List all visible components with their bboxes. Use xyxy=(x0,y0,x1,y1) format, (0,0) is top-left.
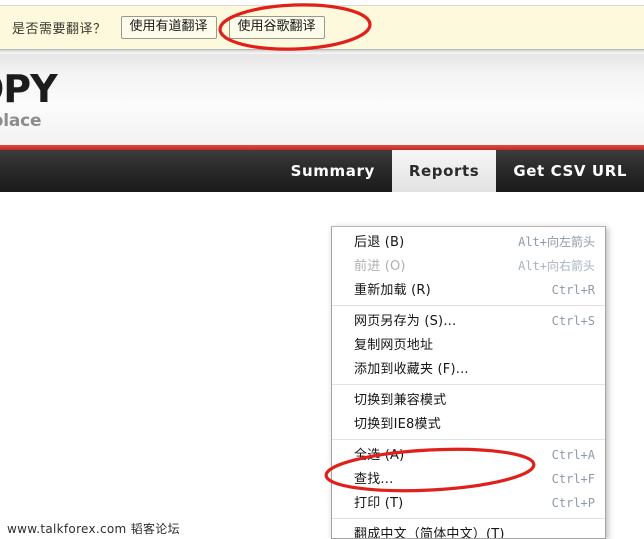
context-menu-item-translate-to-chinese[interactable]: 翻成中文（简体中文）(T) xyxy=(332,522,605,539)
translate-prompt-label: 是否需要翻译？ xyxy=(12,22,107,37)
context-menu-item-compatibility-mode[interactable]: 切换到兼容模式 xyxy=(332,388,605,412)
site-header: OPY etplace xyxy=(0,54,644,145)
context-menu-item-select-all-label: 全选 (A) xyxy=(354,447,405,463)
context-menu-item-ie8-mode[interactable]: 切换到IE8模式 xyxy=(332,412,605,436)
context-menu-item-back-shortcut: Alt+向左箭头 xyxy=(518,235,595,249)
context-menu-item-save-page-as-label: 网页另存为 (S)... xyxy=(354,313,457,329)
logo-wordmark: OPY xyxy=(0,67,58,111)
context-menu-item-reload[interactable]: 重新加载 (R) Ctrl+R xyxy=(332,278,605,302)
context-menu-item-forward-label: 前进 (O) xyxy=(354,258,406,274)
context-menu-item-compatibility-mode-label: 切换到兼容模式 xyxy=(354,392,447,408)
context-menu-item-save-page-as[interactable]: 网页另存为 (S)... Ctrl+S xyxy=(332,309,605,333)
context-menu-group-render-mode: 切换到兼容模式 切换到IE8模式 xyxy=(332,384,605,436)
main-navigation-bar: Summary Reports Get CSV URL xyxy=(0,150,644,192)
context-menu-item-translate-to-chinese-label: 翻成中文（简体中文）(T) xyxy=(354,526,505,539)
nav-item-reports[interactable]: Reports xyxy=(391,150,497,192)
context-menu-item-back[interactable]: 后退 (B) Alt+向左箭头 xyxy=(332,230,605,254)
context-menu-item-save-page-as-shortcut: Ctrl+S xyxy=(551,314,595,328)
footer-watermark: www.talkforex.com 韬客论坛 xyxy=(7,522,180,536)
google-translate-button[interactable]: 使用谷歌翻译 xyxy=(228,15,325,40)
context-menu-item-print-shortcut: Ctrl+P xyxy=(551,496,595,510)
context-menu-item-reload-shortcut: Ctrl+R xyxy=(551,283,595,297)
logo-subtitle: etplace xyxy=(0,111,42,131)
context-menu-item-back-label: 后退 (B) xyxy=(354,234,405,250)
browser-context-menu: 后退 (B) Alt+向左箭头 前进 (O) Alt+向右箭头 重新加载 (R)… xyxy=(331,226,606,539)
context-menu-item-add-to-favorites-label: 添加到收藏夹 (F)... xyxy=(354,361,469,377)
context-menu-group-edit: 全选 (A) Ctrl+A 查找... Ctrl+F 打印 (T) Ctrl+P xyxy=(332,439,605,515)
context-menu-item-copy-page-url[interactable]: 复制网页地址 xyxy=(332,333,605,357)
youdao-translate-button[interactable]: 使用有道翻译 xyxy=(120,15,217,40)
context-menu-group-navigation: 后退 (B) Alt+向左箭头 前进 (O) Alt+向右箭头 重新加载 (R)… xyxy=(332,230,605,302)
site-logo[interactable]: OPY etplace xyxy=(0,67,58,131)
context-menu-item-reload-label: 重新加载 (R) xyxy=(354,282,431,298)
nav-item-get-csv-url[interactable]: Get CSV URL xyxy=(496,150,644,192)
context-menu-item-forward-shortcut: Alt+向右箭头 xyxy=(518,259,595,273)
context-menu-item-add-to-favorites[interactable]: 添加到收藏夹 (F)... xyxy=(332,357,605,381)
context-menu-item-print-label: 打印 (T) xyxy=(354,495,404,511)
context-menu-item-print[interactable]: 打印 (T) Ctrl+P xyxy=(332,491,605,515)
context-menu-item-forward: 前进 (O) Alt+向右箭头 xyxy=(332,254,605,278)
context-menu-item-ie8-mode-label: 切换到IE8模式 xyxy=(354,416,441,432)
context-menu-item-copy-page-url-label: 复制网页地址 xyxy=(354,337,434,353)
context-menu-item-select-all-shortcut: Ctrl+A xyxy=(551,448,595,462)
context-menu-item-select-all[interactable]: 全选 (A) Ctrl+A xyxy=(332,443,605,467)
context-menu-group-page-actions: 网页另存为 (S)... Ctrl+S 复制网页地址 添加到收藏夹 (F)... xyxy=(332,305,605,381)
context-menu-item-find[interactable]: 查找... Ctrl+F xyxy=(332,467,605,491)
context-menu-item-find-label: 查找... xyxy=(354,471,394,487)
nav-item-summary[interactable]: Summary xyxy=(274,150,392,192)
translate-notification-bar: 是否需要翻译？ 使用有道翻译 使用谷歌翻译 xyxy=(0,6,644,50)
context-menu-item-find-shortcut: Ctrl+F xyxy=(551,472,595,486)
context-menu-group-translate: 翻成中文（简体中文）(T) xyxy=(332,518,605,539)
